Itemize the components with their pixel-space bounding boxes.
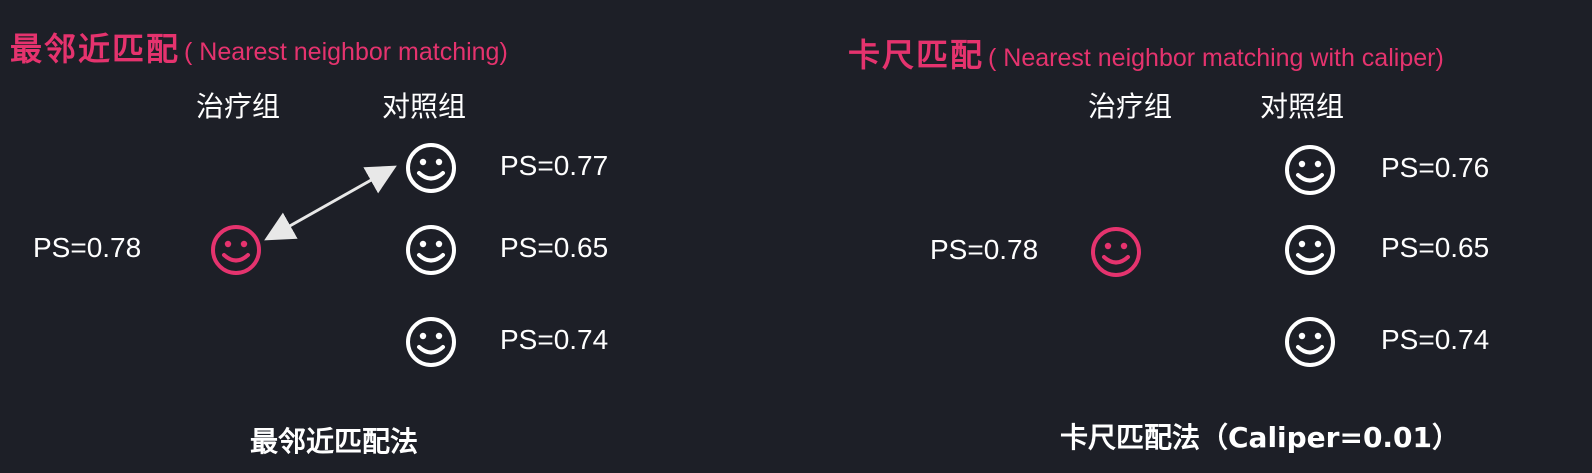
treatment-group-label: 治疗组	[1088, 90, 1173, 123]
panel-title: 卡尺匹配( Nearest neighbor matching with cal…	[848, 30, 1444, 76]
treatment-ps-value: PS=0.78	[930, 234, 1039, 265]
method-caption: 卡尺匹配法（Caliper=0.01）	[1060, 421, 1461, 454]
treatment-smiley-icon	[1091, 227, 1141, 277]
control-ps-value: PS=0.74	[1381, 324, 1490, 355]
control-ps-value: PS=0.76	[1381, 152, 1490, 183]
control-smiley-icon	[1285, 145, 1335, 195]
nearest-neighbor-panel: 最邻近匹配( Nearest neighbor matching) 治疗组 对照…	[0, 0, 796, 473]
method-caption: 最邻近匹配法	[250, 425, 419, 458]
control-smiley-icon	[1285, 317, 1335, 367]
title-english: ( Nearest neighbor matching with caliper…	[988, 44, 1444, 72]
caliper-matching-panel: 卡尺匹配( Nearest neighbor matching with cal…	[796, 0, 1592, 473]
control-ps-value: PS=0.65	[1381, 232, 1490, 263]
double-headed-arrow-icon	[264, 165, 397, 241]
control-group-label: 对照组	[1260, 90, 1345, 123]
control-smiley-icon	[1285, 225, 1335, 275]
title-chinese: 卡尺匹配	[848, 36, 985, 74]
